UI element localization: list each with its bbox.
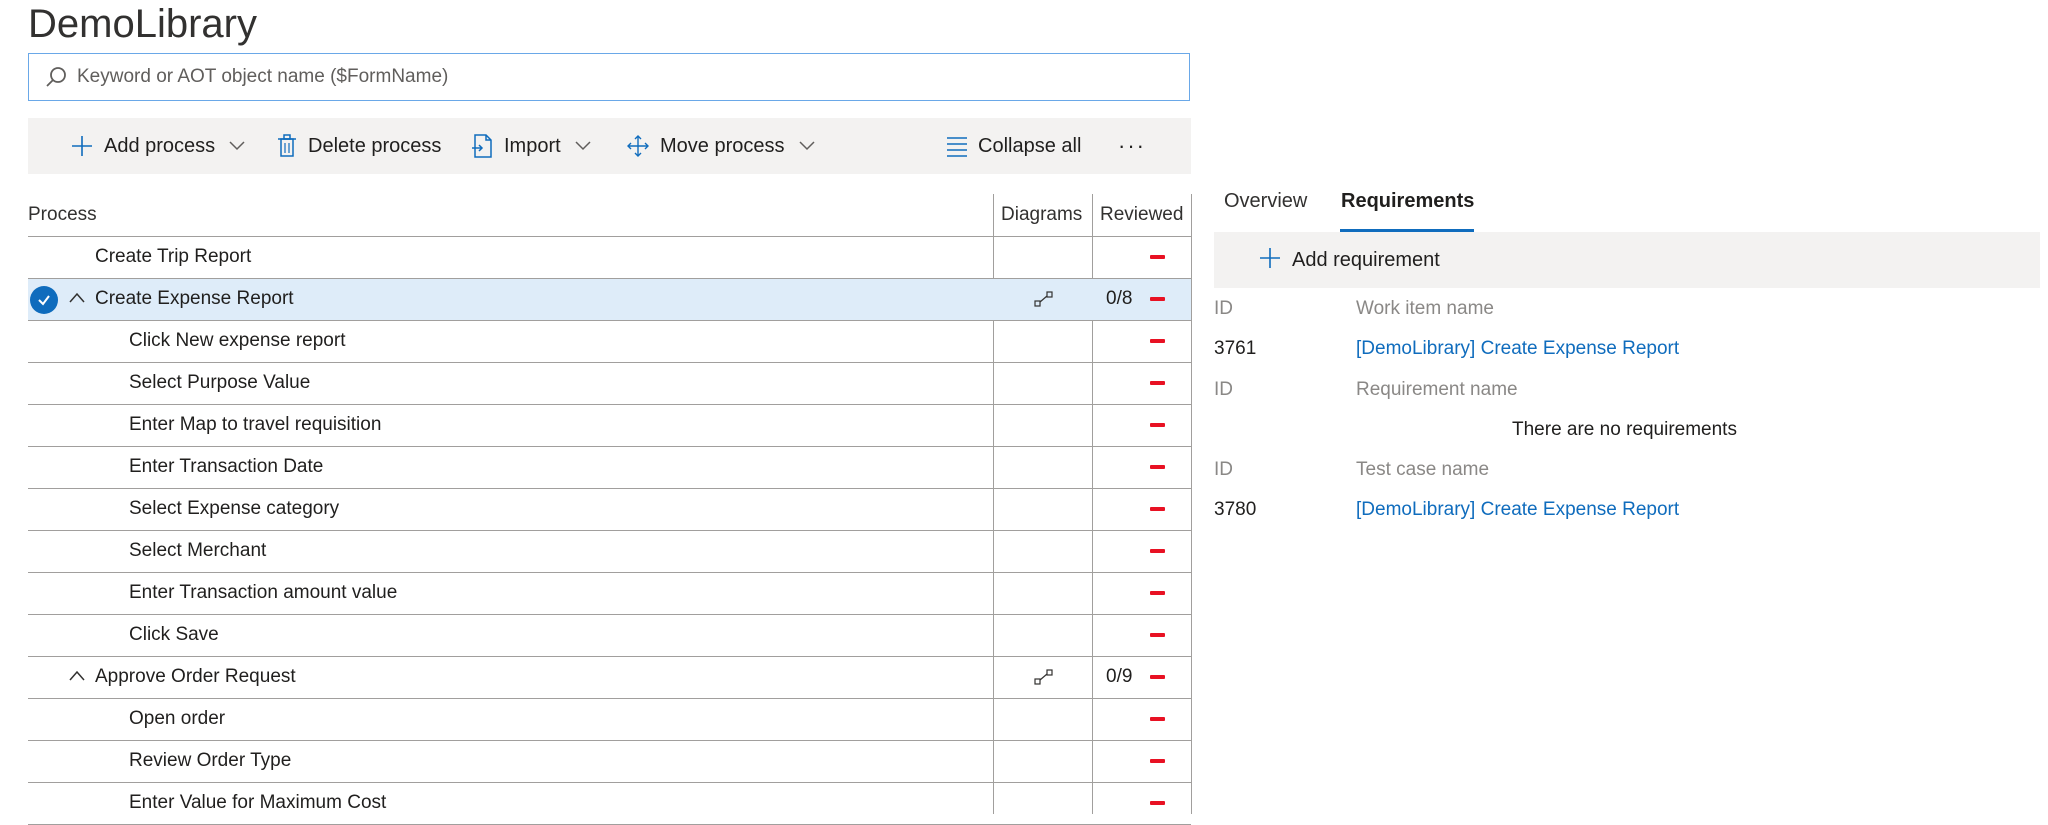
- chevron-up-icon[interactable]: [68, 667, 86, 690]
- work-item-link[interactable]: [DemoLibrary] Create Expense Report: [1356, 338, 1679, 360]
- table-row[interactable]: Enter Transaction Date: [28, 447, 1191, 489]
- process-name: Enter Map to travel requisition: [129, 414, 382, 435]
- status-indicator: [1150, 381, 1165, 385]
- status-indicator: [1150, 297, 1165, 301]
- column-header-diagrams[interactable]: Diagrams: [1001, 204, 1082, 226]
- table-row[interactable]: Select Purpose Value: [28, 363, 1191, 405]
- empty-requirements-message: There are no requirements: [1512, 419, 1737, 440]
- test-case-id-header: ID: [1214, 459, 1233, 480]
- reviewed-count: 0/9: [1106, 666, 1133, 687]
- table-row[interactable]: Approve Order Request 0/9: [28, 657, 1191, 699]
- table-row[interactable]: Enter Transaction amount value: [28, 573, 1191, 615]
- add-process-button[interactable]: Add process: [70, 118, 245, 174]
- table-row[interactable]: Create Trip Report: [28, 237, 1191, 279]
- list-icon: [946, 135, 968, 157]
- requirement-id-header: ID: [1214, 379, 1233, 400]
- chevron-down-icon: [798, 141, 815, 151]
- table-row[interactable]: Enter Map to travel requisition: [28, 405, 1191, 447]
- reviewed-count: 0/8: [1106, 288, 1133, 309]
- search-box[interactable]: Keyword or AOT object name ($FormName): [28, 53, 1190, 101]
- plus-icon: [1258, 246, 1282, 275]
- process-name: Create Expense Report: [95, 288, 294, 309]
- delete-process-label: Delete process: [308, 134, 442, 157]
- search-input[interactable]: Keyword or AOT object name ($FormName): [77, 66, 448, 88]
- table-row[interactable]: Select Merchant: [28, 531, 1191, 573]
- table-row-selected[interactable]: Create Expense Report 0/8: [28, 279, 1191, 321]
- status-indicator: [1150, 339, 1165, 343]
- move-process-button[interactable]: Move process: [626, 118, 815, 174]
- table-row[interactable]: Select Expense category: [28, 489, 1191, 531]
- process-name: Select Expense category: [129, 498, 340, 519]
- add-requirement-label: Add requirement: [1292, 248, 1440, 271]
- process-table: Process Diagrams Reviewed Create Trip Re…: [28, 194, 1191, 825]
- table-row[interactable]: Click New expense report: [28, 321, 1191, 363]
- process-name: Click New expense report: [129, 330, 346, 351]
- status-indicator: [1150, 465, 1165, 469]
- import-button[interactable]: Import: [472, 118, 591, 174]
- command-bar: Add process Delete process Import Move p…: [28, 118, 1191, 174]
- tab-overview[interactable]: Overview: [1224, 190, 1307, 213]
- status-indicator: [1150, 507, 1165, 511]
- tab-requirements[interactable]: Requirements: [1341, 190, 1474, 213]
- requirement-name-header: Requirement name: [1356, 379, 1518, 400]
- add-requirement-button[interactable]: Add requirement: [1258, 246, 1440, 275]
- table-row[interactable]: Enter Value for Maximum Cost: [28, 783, 1191, 825]
- process-name: Select Merchant: [129, 540, 267, 561]
- add-process-label: Add process: [104, 134, 216, 157]
- table-row[interactable]: Review Order Type: [28, 741, 1191, 783]
- move-process-label: Move process: [660, 134, 785, 157]
- requirements-command-bar: Add requirement: [1214, 232, 2040, 288]
- test-case-name-header: Test case name: [1356, 459, 1490, 480]
- chevron-down-icon: [229, 141, 245, 151]
- chevron-down-icon: [575, 141, 591, 151]
- checkmark-icon[interactable]: [30, 286, 58, 314]
- column-header-reviewed[interactable]: Reviewed: [1100, 204, 1183, 226]
- search-icon: [43, 64, 69, 90]
- move-icon: [626, 134, 650, 158]
- table-row[interactable]: Open order: [28, 699, 1191, 741]
- work-item-id-header: ID: [1214, 298, 1233, 319]
- test-case-link[interactable]: [DemoLibrary] Create Expense Report: [1356, 499, 1679, 521]
- process-name: Create Trip Report: [95, 246, 252, 267]
- plus-icon: [70, 134, 94, 158]
- page-title: DemoLibrary: [28, 2, 257, 46]
- status-indicator: [1150, 255, 1165, 259]
- column-divider: [1191, 194, 1192, 814]
- chevron-up-icon[interactable]: [68, 289, 86, 312]
- status-indicator: [1150, 801, 1165, 805]
- status-indicator: [1150, 717, 1165, 721]
- delete-process-button[interactable]: Delete process: [276, 118, 441, 174]
- process-name: Review Order Type: [129, 750, 292, 771]
- work-item-name-header: Work item name: [1356, 298, 1494, 319]
- work-item-id: 3761: [1214, 338, 1257, 359]
- process-name: Enter Value for Maximum Cost: [129, 792, 387, 813]
- status-indicator: [1150, 423, 1165, 427]
- process-name: Enter Transaction Date: [129, 456, 324, 477]
- process-name: Select Purpose Value: [129, 372, 311, 393]
- process-name: Open order: [129, 708, 226, 729]
- test-case-id: 3780: [1214, 499, 1257, 520]
- process-name: Click Save: [129, 624, 219, 645]
- column-header-process[interactable]: Process: [28, 204, 97, 226]
- collapse-all-button[interactable]: Collapse all: [946, 118, 1081, 174]
- status-indicator: [1150, 549, 1165, 553]
- import-icon: [472, 134, 494, 158]
- status-indicator: [1150, 633, 1165, 637]
- status-indicator: [1150, 759, 1165, 763]
- table-header: Process Diagrams Reviewed: [28, 194, 1191, 237]
- more-options-button[interactable]: ···: [1118, 118, 1146, 174]
- status-indicator: [1150, 675, 1165, 679]
- process-name: Approve Order Request: [95, 666, 296, 687]
- import-label: Import: [504, 134, 561, 157]
- status-indicator: [1150, 591, 1165, 595]
- process-name: Enter Transaction amount value: [129, 582, 398, 603]
- collapse-all-label: Collapse all: [978, 134, 1082, 157]
- diagram-icon[interactable]: [1034, 290, 1054, 313]
- trash-icon: [276, 134, 298, 158]
- diagram-icon[interactable]: [1034, 668, 1054, 691]
- table-row[interactable]: Click Save: [28, 615, 1191, 657]
